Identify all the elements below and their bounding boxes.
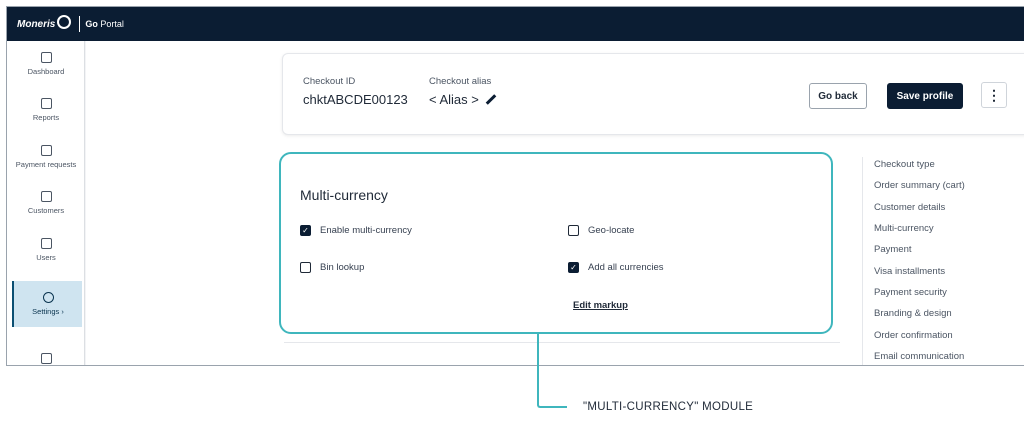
profile-header-card: Checkout ID chktABCDE00123 Checkout alia… [282, 53, 1024, 135]
anchor-item-checkout-type[interactable]: Checkout type [874, 159, 935, 170]
sidebar-item-label: Reports [32, 113, 60, 122]
portal-name: Go Portal [85, 19, 124, 29]
checkout-id-label: Checkout ID [303, 76, 356, 87]
sidebar: Dashboard Reports Payment requests Custo… [7, 41, 85, 365]
geo-locate-option[interactable]: Geo-locate [568, 225, 634, 236]
dashboard-icon [40, 52, 52, 63]
sidebar-item-dashboard[interactable]: Dashboard [7, 41, 85, 87]
brand-logo-text: Moneris [17, 18, 56, 30]
anchor-item-branding-design[interactable]: Branding & design [874, 308, 952, 319]
checkout-id-value: chktABCDE00123 [303, 92, 408, 107]
sidebar-item-reports[interactable]: Reports [7, 87, 85, 133]
checkbox-checked-icon[interactable]: ✓ [568, 262, 579, 273]
more-options-button[interactable]: ⋮ [981, 82, 1007, 108]
main-content: Checkout ID chktABCDE00123 Checkout alia… [86, 41, 1024, 365]
enable-multi-currency-option[interactable]: ✓ Enable multi-currency [300, 225, 412, 236]
checkbox-unchecked-icon[interactable] [568, 225, 579, 236]
anchor-item-payment[interactable]: Payment [874, 244, 912, 255]
anchor-item-customer-details[interactable]: Customer details [874, 202, 945, 213]
sidebar-item-label: Dashboard [27, 67, 65, 76]
sidebar-item-settings[interactable]: Settings › [12, 281, 82, 327]
gear-icon [42, 292, 54, 303]
brand-logo-icon [57, 15, 72, 29]
callout-connector-line [537, 334, 567, 408]
checkbox-unchecked-icon[interactable] [300, 262, 311, 273]
sidebar-item-label: Settings › [32, 307, 64, 316]
anchor-item-order-confirmation[interactable]: Order confirmation [874, 330, 953, 341]
payment-requests-icon [40, 145, 52, 156]
sidebar-item-label: Payment requests [15, 160, 77, 169]
anchor-item-payment-security[interactable]: Payment security [874, 287, 947, 298]
anchor-item-order-summary[interactable]: Order summary (cart) [874, 180, 965, 191]
sidebar-item-payment-requests[interactable]: Payment requests [7, 134, 85, 180]
customers-icon [40, 191, 52, 202]
more-app-icon [40, 352, 52, 364]
sidebar-item-customers[interactable]: Customers [7, 180, 85, 226]
module-title: Multi-currency [300, 187, 388, 203]
sidebar-item-users[interactable]: Users [7, 227, 85, 273]
edit-markup-link[interactable]: Edit markup [573, 300, 628, 311]
save-profile-button[interactable]: Save profile [887, 83, 963, 109]
checkout-alias-label: Checkout alias [429, 76, 492, 87]
anchor-item-email-communication[interactable]: Email communication [874, 351, 964, 362]
multi-currency-module: Multi-currency ✓ Enable multi-currency G… [284, 163, 840, 343]
callout-label: "MULTI-CURRENCY" MODULE [583, 401, 754, 413]
sidebar-item-label: Users [36, 253, 56, 262]
anchor-item-multi-currency[interactable]: Multi-currency [874, 223, 934, 234]
checkout-alias-field[interactable]: < Alias > [429, 92, 497, 107]
checkbox-checked-icon[interactable]: ✓ [300, 225, 311, 236]
bin-lookup-option[interactable]: Bin lookup [300, 262, 364, 273]
add-all-currencies-option[interactable]: ✓ Add all currencies [568, 262, 664, 273]
sidebar-item-more-apps[interactable] [7, 337, 85, 365]
reports-icon [40, 98, 52, 109]
sidebar-item-label: Customers [27, 206, 65, 215]
pencil-edit-icon[interactable] [485, 94, 497, 105]
top-bar: Moneris Go Portal [7, 7, 1024, 41]
logo-divider [79, 16, 81, 32]
app-window: Moneris Go Portal Dashboard Reports Paym… [6, 6, 1024, 366]
section-anchor-nav: Checkout type Order summary (cart) Custo… [862, 157, 1024, 365]
go-back-button[interactable]: Go back [809, 83, 867, 109]
anchor-item-visa-installments[interactable]: Visa installments [874, 266, 945, 277]
users-icon [40, 238, 52, 249]
